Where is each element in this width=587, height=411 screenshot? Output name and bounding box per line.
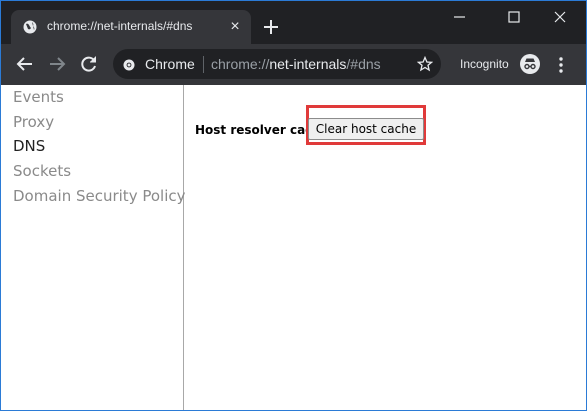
sidebar-item-proxy[interactable]: Proxy	[13, 113, 54, 131]
browser-window: chrome://net-internals/#dns × Chrome chr…	[0, 0, 587, 411]
sidebar-item-dns[interactable]: DNS	[13, 137, 45, 155]
tab-close-icon[interactable]: ×	[227, 19, 243, 35]
minimize-icon[interactable]	[448, 7, 472, 27]
close-window-icon[interactable]	[548, 7, 572, 27]
incognito-icon[interactable]	[519, 53, 541, 75]
url-text[interactable]: chrome://net-internals/#dns	[211, 56, 381, 72]
page-content: Events Proxy DNS Sockets Domain Security…	[1, 85, 586, 410]
sidebar-item-domain-security-policy[interactable]: Domain Security Policy	[13, 187, 186, 205]
address-bar[interactable]: Chrome chrome://net-internals/#dns	[113, 49, 441, 79]
chrome-logo-icon	[123, 58, 135, 71]
reload-icon[interactable]	[79, 54, 99, 74]
origin-chip: Chrome	[145, 56, 195, 72]
browser-toolbar: Chrome chrome://net-internals/#dns Incog…	[1, 44, 586, 85]
back-arrow-icon[interactable]	[15, 54, 35, 74]
net-internals-sidebar: Events Proxy DNS Sockets Domain Security…	[1, 85, 186, 410]
omnibox-separator	[203, 56, 204, 73]
url-host: net-internals	[269, 56, 347, 72]
url-scheme: chrome://	[211, 56, 270, 72]
clear-host-cache-button[interactable]: Clear host cache	[308, 118, 424, 140]
new-tab-plus-icon[interactable]	[262, 18, 280, 36]
active-tab[interactable]: chrome://net-internals/#dns ×	[11, 10, 251, 44]
forward-arrow-icon[interactable]	[47, 54, 67, 74]
maximize-icon[interactable]	[502, 7, 526, 27]
sidebar-item-sockets[interactable]: Sockets	[13, 162, 71, 180]
dns-panel: Host resolver cache Clear host cache	[185, 85, 586, 410]
globe-icon	[23, 20, 37, 34]
sidebar-item-events[interactable]: Events	[13, 88, 64, 106]
tab-strip: chrome://net-internals/#dns ×	[1, 1, 586, 44]
kebab-menu-icon[interactable]	[554, 55, 568, 75]
bookmark-star-icon[interactable]	[416, 55, 434, 72]
url-path: /#dns	[346, 56, 381, 72]
tab-title: chrome://net-internals/#dns	[47, 19, 193, 33]
incognito-label: Incognito	[460, 57, 509, 71]
